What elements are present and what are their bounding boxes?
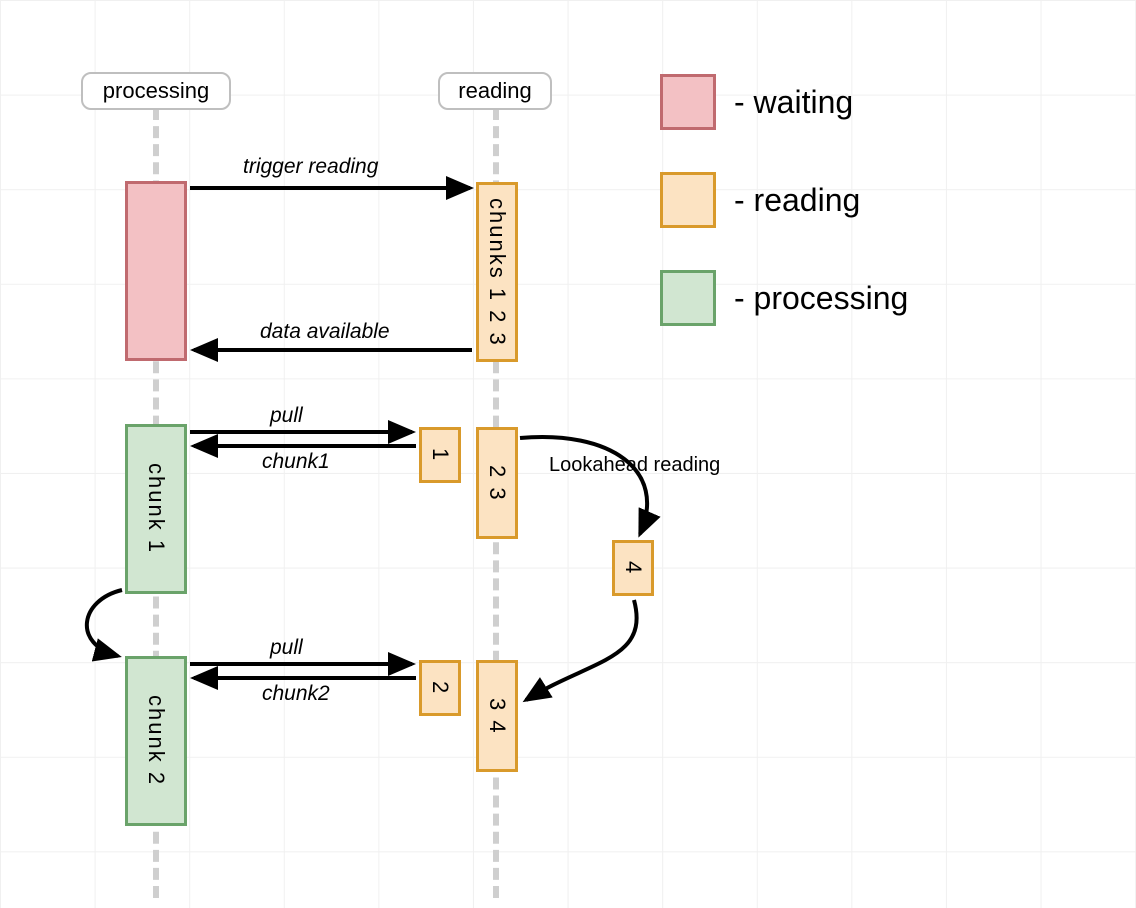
- block-buf2: 2: [419, 660, 461, 716]
- block-buf23: 2 3: [476, 427, 518, 539]
- label-lookahead: Lookahead reading: [549, 454, 720, 477]
- label-chunk1-return: chunk1: [262, 450, 330, 474]
- block-proc-chunk1: chunk 1: [125, 424, 187, 594]
- block-buf4: 4: [612, 540, 654, 596]
- block-chunks-123-label: chunks 1 2 3: [484, 198, 510, 347]
- legend-swatch-processing: [660, 270, 716, 326]
- block-waiting: [125, 181, 187, 361]
- block-buf1: 1: [419, 427, 461, 483]
- legend-row-processing: - processing: [660, 270, 908, 326]
- block-buf1-label: 1: [427, 448, 453, 462]
- legend-swatch-waiting: [660, 74, 716, 130]
- block-buf34: 3 4: [476, 660, 518, 772]
- label-trigger-reading: trigger reading: [243, 155, 378, 179]
- block-buf4-label: 4: [620, 561, 646, 575]
- legend-label-processing: - processing: [734, 280, 908, 317]
- legend-row-reading: - reading: [660, 172, 908, 228]
- label-data-available: data available: [260, 320, 390, 344]
- label-pull2: pull: [270, 636, 303, 660]
- legend: - waiting - reading - processing: [660, 74, 908, 368]
- block-proc-chunk2: chunk 2: [125, 656, 187, 826]
- lane-head-processing: processing: [81, 72, 231, 110]
- label-chunk2-return: chunk2: [262, 682, 330, 706]
- block-buf34-label: 3 4: [484, 698, 510, 735]
- lane-head-processing-label: processing: [103, 78, 209, 103]
- lane-head-reading: reading: [438, 72, 552, 110]
- block-proc-chunk1-label: chunk 1: [143, 463, 169, 554]
- lane-head-reading-label: reading: [458, 78, 531, 103]
- block-buf2-label: 2: [427, 681, 453, 695]
- legend-label-reading: - reading: [734, 182, 860, 219]
- legend-swatch-reading: [660, 172, 716, 228]
- block-chunks-123: chunks 1 2 3: [476, 182, 518, 362]
- block-buf23-label: 2 3: [484, 465, 510, 502]
- block-proc-chunk2-label: chunk 2: [143, 695, 169, 786]
- legend-label-waiting: - waiting: [734, 84, 853, 121]
- legend-row-waiting: - waiting: [660, 74, 908, 130]
- label-pull1: pull: [270, 404, 303, 428]
- diagram-canvas: processing reading chunks 1 2 3 chunk 1 …: [0, 0, 1136, 908]
